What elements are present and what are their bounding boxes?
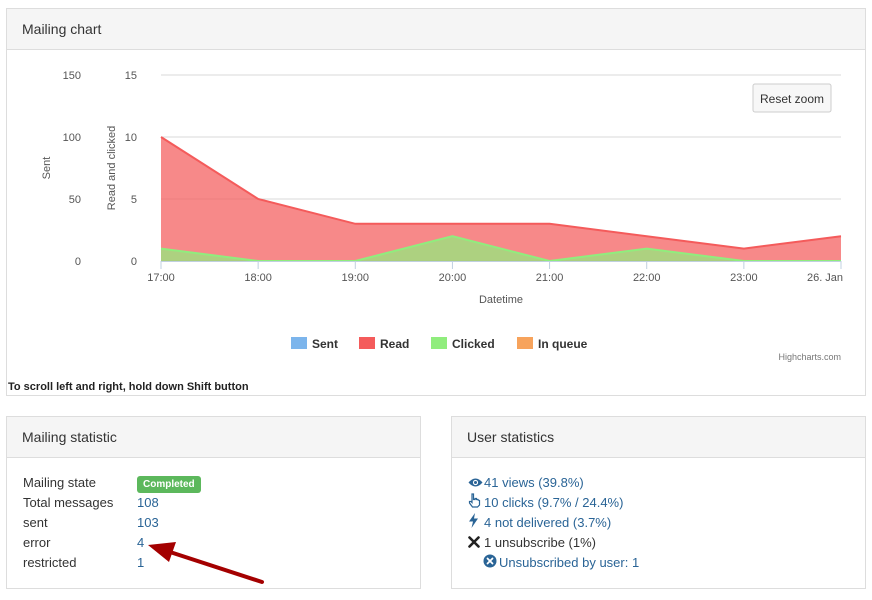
mailing-statistic-title: Mailing statistic	[7, 417, 420, 458]
user-statistics-panel: User statistics 41 views (39.8%) 10 clic…	[451, 416, 866, 589]
stat-label: error	[23, 535, 51, 550]
bolt-icon	[468, 513, 484, 534]
unsubscribe-text: 1 unsubscribe (1%)	[484, 535, 596, 550]
legend-swatch	[291, 337, 307, 349]
legend-item-sent[interactable]: Sent	[291, 337, 338, 351]
y-tick-label-right: 15	[125, 70, 137, 82]
mailing-chart-title: Mailing chart	[7, 9, 865, 50]
y-tick-label-left: 100	[63, 132, 81, 144]
user-stat-not-delivered[interactable]: 4 not delivered (3.7%)	[468, 513, 611, 533]
user-stat-unsubscribe: 1 unsubscribe (1%)	[468, 533, 596, 553]
legend-label: Clicked	[452, 337, 495, 351]
x-tick-label: 20:00	[439, 272, 467, 284]
legend-item-read[interactable]: Read	[359, 337, 409, 351]
user-statistics-title: User statistics	[452, 417, 865, 458]
x-tick-label: 18:00	[244, 272, 272, 284]
eye-icon	[468, 474, 484, 494]
x-tick-label: 17:00	[147, 272, 175, 284]
y-tick-label-right: 0	[131, 256, 137, 268]
legend-item-in-queue[interactable]: In queue	[517, 337, 588, 351]
legend-swatch	[359, 337, 375, 349]
legend-label: In queue	[538, 337, 588, 351]
stat-label: Mailing state	[23, 475, 96, 490]
x-tick-label: 21:00	[536, 272, 564, 284]
y-axis-title-right: Read and clicked	[106, 126, 118, 210]
y-axis-title-left: Sent	[41, 157, 53, 180]
user-stat-clicks[interactable]: 10 clicks (9.7% / 24.4%)	[468, 493, 623, 513]
clicks-link[interactable]: 10 clicks (9.7% / 24.4%)	[484, 495, 623, 510]
views-link[interactable]: 41 views (39.8%)	[484, 475, 584, 490]
x-tick-label: 19:00	[342, 272, 370, 284]
close-icon	[468, 534, 484, 554]
highcharts-credits[interactable]: Highcharts.com	[778, 352, 841, 362]
circle-x-icon	[483, 554, 499, 574]
legend-swatch	[517, 337, 533, 349]
annotation-arrow-icon	[148, 542, 264, 584]
unsubscribed-by-user-link[interactable]: Unsubscribed by user: 1	[499, 555, 639, 570]
hand-pointer-icon	[468, 493, 484, 514]
mailing-chart-panel: Mailing chart 0 5 10 15 0 50 100 150 Sent Read an…	[6, 8, 866, 396]
x-axis-title: Datetime	[479, 294, 523, 306]
mailing-chart[interactable]: 051015050100150Sent Read and clicked17:00…	[7, 50, 865, 380]
user-stat-unsubscribed-by-user[interactable]: Unsubscribed by user: 1	[483, 553, 639, 573]
stat-label: restricted	[23, 555, 77, 570]
not-delivered-link[interactable]: 4 not delivered (3.7%)	[484, 515, 611, 530]
legend-label: Read	[380, 337, 409, 351]
legend-label: Sent	[312, 337, 338, 351]
legend-item-clicked[interactable]: Clicked	[431, 337, 495, 351]
x-tick-label: 26. Jan	[807, 272, 843, 284]
status-badge: Completed	[137, 476, 201, 493]
stat-label: sent	[23, 515, 48, 530]
x-tick-label: 23:00	[730, 272, 758, 284]
total-messages-link[interactable]: 108	[137, 493, 159, 513]
y-tick-label-left: 0	[75, 256, 81, 268]
user-stat-views[interactable]: 41 views (39.8%)	[468, 473, 584, 493]
reset-zoom-button[interactable]: Reset zoom	[752, 83, 832, 113]
stat-label: Total messages	[23, 495, 114, 510]
y-tick-label-left: 50	[69, 194, 81, 206]
legend-swatch	[431, 337, 447, 349]
reset-zoom-label: Reset zoom	[760, 92, 824, 106]
scroll-hint: To scroll left and right, hold down Shif…	[8, 381, 249, 393]
y-tick-label-left: 150	[63, 70, 81, 82]
x-tick-label: 22:00	[633, 272, 661, 284]
y-tick-label-right: 5	[131, 194, 137, 206]
y-tick-label-right: 10	[125, 132, 137, 144]
sent-link[interactable]: 103	[137, 513, 159, 533]
